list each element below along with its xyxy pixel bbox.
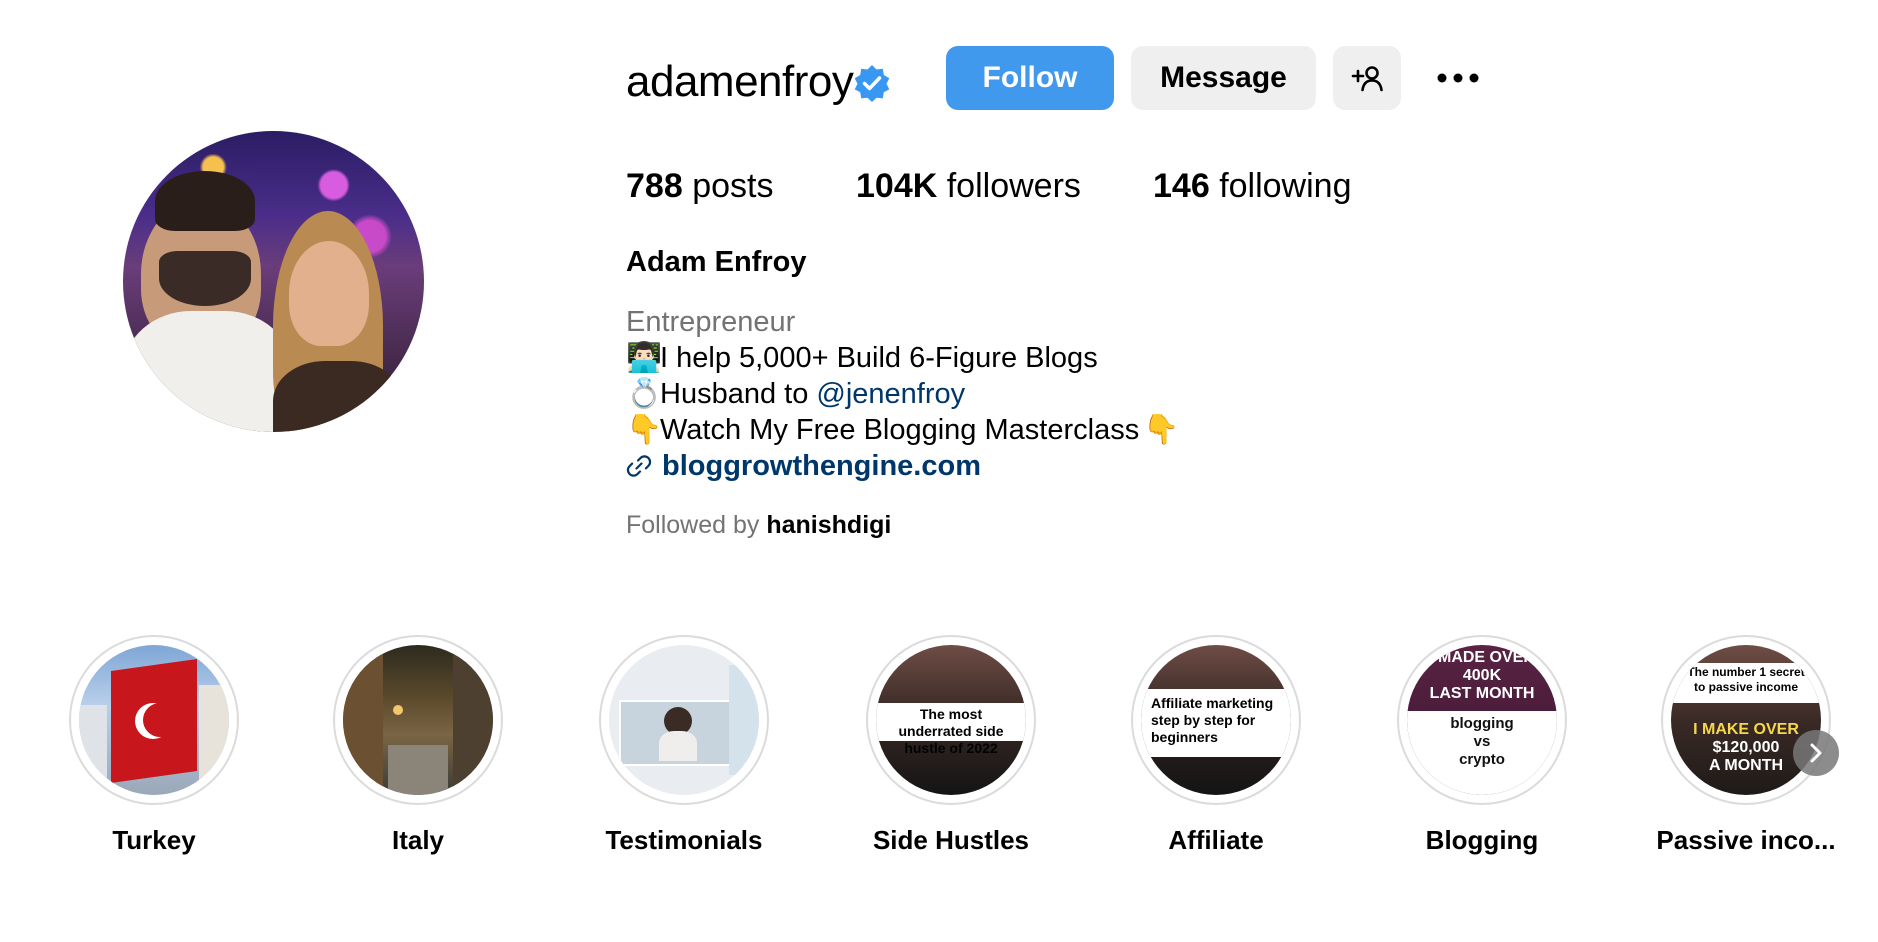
highlight-cover-text: I MADE OVER: [1429, 649, 1535, 666]
highlight-cover-text: vs: [1473, 733, 1491, 750]
highlight-cover-text: blogging: [1450, 715, 1514, 732]
highlight-label: Italy: [391, 825, 445, 855]
highlight-cover-text: The most underrated side hustle of 2022: [898, 706, 1004, 756]
pointing-down-emoji-icon: 👇: [626, 414, 663, 446]
highlight-cover-text: Affiliate marketing step by step for beg…: [1151, 695, 1274, 745]
followers-count: 104K: [856, 167, 938, 205]
mention-link[interactable]: @jenenfroy: [816, 378, 965, 410]
highlight-label: Blogging: [1425, 825, 1539, 855]
bio-line: 👨🏻‍💻I help 5,000+ Build 6-Figure Blogs: [626, 340, 1098, 376]
chevron-right-icon: [1810, 743, 1822, 763]
bio-text: Watch My Free Blogging Masterclass: [660, 414, 1140, 446]
bio-text: Husband to: [660, 378, 817, 410]
highlight-label: Side Hustles: [872, 825, 1030, 855]
highlights-next-button[interactable]: [1793, 730, 1839, 776]
followers-label: followers: [946, 167, 1081, 205]
website-url: bloggrowthengine.com: [662, 450, 981, 482]
following-stat[interactable]: 146 following: [1153, 164, 1352, 208]
message-button[interactable]: Message: [1131, 46, 1316, 110]
bio-website-link[interactable]: bloggrowthengine.com: [626, 448, 981, 484]
posts-label: posts: [692, 167, 774, 205]
highlight-label: Affiliate: [1168, 825, 1264, 855]
highlight-cover: [69, 635, 239, 805]
highlight-cover: Affiliate marketing step by step for beg…: [1131, 635, 1301, 805]
full-name: Adam Enfroy: [626, 246, 807, 278]
highlight-label: Passive inco...: [1656, 825, 1836, 855]
highlight-cover: The number 1 secret to passive income I …: [1661, 635, 1831, 805]
more-options-button[interactable]: [1426, 56, 1490, 100]
highlight-cover-text: $120,000: [1712, 739, 1780, 756]
following-count: 146: [1153, 167, 1210, 205]
bio-line: 👇Watch My Free Blogging Masterclass 👇: [626, 412, 1180, 448]
following-label: following: [1219, 167, 1352, 205]
highlight-cover-text: LAST MONTH: [1429, 685, 1535, 702]
highlight-cover-text: The number 1 secret: [1687, 665, 1805, 679]
bio-text: I help 5,000+ Build 6-Figure Blogs: [660, 342, 1098, 374]
highlight-cover-text: A MONTH: [1708, 757, 1784, 774]
suggested-users-button[interactable]: [1333, 46, 1401, 110]
highlight-label: Testimonials: [605, 825, 763, 855]
follow-button[interactable]: Follow: [946, 46, 1114, 110]
highlight-cover: The most underrated side hustle of 2022: [866, 635, 1036, 805]
person-add-icon: [1351, 66, 1383, 92]
link-icon: [626, 455, 652, 477]
verified-badge-icon: [854, 65, 890, 102]
highlight-cover: I MADE OVER 400K LAST MONTH blogging vs …: [1397, 635, 1567, 805]
highlight-cover-text: to passive income: [1693, 680, 1799, 694]
pointing-down-emoji-icon: 👇: [1143, 414, 1180, 446]
bio-category: Entrepreneur: [626, 306, 796, 338]
followed-by-prefix: Followed by: [626, 511, 760, 539]
followed-by[interactable]: Followed by hanishdigi: [626, 510, 891, 540]
highlight-cover-text: I MAKE OVER: [1693, 721, 1799, 738]
highlight-cover: [333, 635, 503, 805]
highlight-cover-text: 400K: [1462, 667, 1502, 684]
profile-avatar[interactable]: [123, 131, 424, 432]
posts-stat: 788 posts: [626, 164, 773, 208]
followers-stat[interactable]: 104K followers: [856, 164, 1081, 208]
technologist-emoji-icon: 👨🏻‍💻: [626, 342, 663, 374]
ring-emoji-icon: 💍: [626, 378, 663, 410]
posts-count: 788: [626, 167, 683, 205]
username: adamenfroy: [626, 57, 854, 106]
more-options-icon: [1437, 73, 1479, 83]
followed-by-user: hanishdigi: [766, 511, 892, 539]
highlight-cover-text: crypto: [1459, 751, 1505, 768]
highlight-label: Turkey: [112, 825, 196, 855]
bio-line: 💍Husband to @jenenfroy: [626, 376, 965, 412]
highlight-cover: [599, 635, 769, 805]
